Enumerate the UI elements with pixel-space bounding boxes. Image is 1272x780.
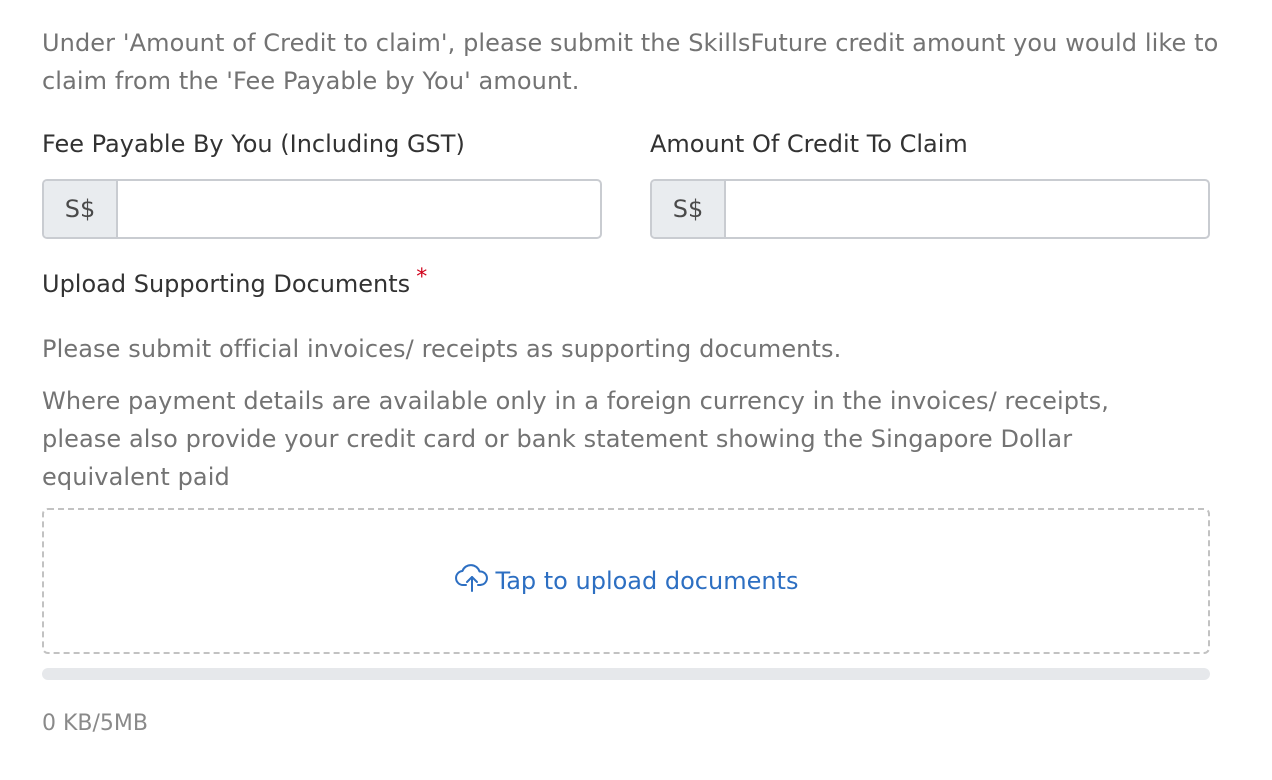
credit-amount-field: S$ (650, 179, 1210, 239)
fee-payable-label: Fee Payable By You (Including GST) (42, 130, 465, 158)
credit-amount-input[interactable] (726, 181, 1208, 237)
upload-size-info: 0 KB/5MB (42, 711, 148, 736)
upload-prompt-text: Tap to upload documents (495, 567, 799, 595)
claim-form: Under 'Amount of Credit to claim', pleas… (0, 0, 1272, 780)
currency-prefix: S$ (44, 181, 118, 237)
cloud-upload-icon (454, 562, 496, 600)
fee-payable-field: S$ (42, 179, 602, 239)
upload-progress-bar (42, 668, 1210, 680)
currency-prefix: S$ (652, 181, 726, 237)
intro-instructions: Under 'Amount of Credit to claim', pleas… (42, 29, 1219, 95)
fee-payable-input[interactable] (118, 181, 600, 237)
upload-prompt[interactable]: Tap to upload documents (454, 562, 799, 600)
foreign-currency-help-text: Where payment details are available only… (42, 387, 1109, 491)
upload-documents-label: Upload Supporting Documents (42, 270, 411, 298)
credit-amount-label: Amount Of Credit To Claim (650, 130, 968, 158)
upload-documents-heading: Upload Supporting Documents * (42, 265, 428, 302)
upload-help-text: Please submit official invoices/ receipt… (42, 335, 842, 363)
upload-dropzone[interactable]: Tap to upload documents (42, 508, 1210, 654)
required-marker: * (416, 265, 428, 290)
